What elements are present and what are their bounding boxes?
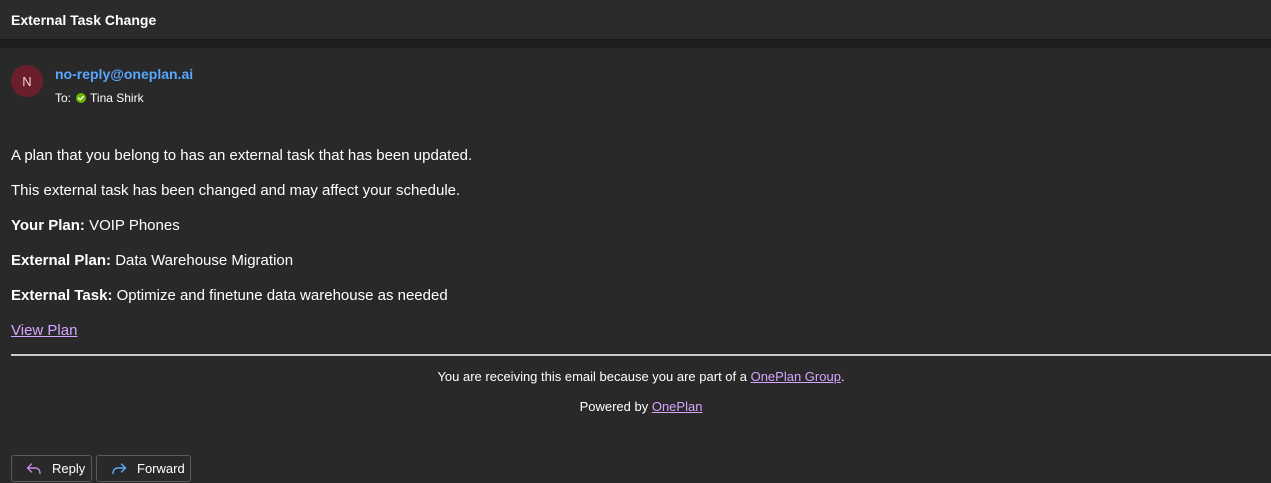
reply-button[interactable]: Reply	[11, 455, 92, 482]
to-label: To:	[55, 91, 72, 105]
external-task-value: Optimize and finetune data warehouse as …	[116, 287, 448, 304]
footer-receiving-text: You are receiving this email because you…	[437, 369, 751, 384]
recipient-name[interactable]: Tina Shirk	[90, 91, 144, 105]
view-plan-row: View Plan	[11, 322, 77, 339]
external-plan-value: Data Warehouse Migration	[115, 252, 294, 269]
sender-address[interactable]: no-reply@oneplan.ai	[55, 66, 193, 82]
powered-by-text: Powered by	[579, 399, 652, 414]
footer-powered: Powered by OnePlan	[11, 399, 1271, 414]
subject-bar: External Task Change	[0, 0, 1271, 40]
forward-button[interactable]: Forward	[96, 455, 191, 482]
oneplan-link[interactable]: OnePlan	[652, 399, 703, 414]
your-plan-label: Your Plan:	[11, 217, 85, 234]
your-plan-value: VOIP Phones	[89, 217, 180, 234]
reply-label: Reply	[52, 461, 86, 476]
recipients-line: To: Tina Shirk	[55, 91, 144, 105]
email-subject: External Task Change	[11, 12, 157, 28]
reply-arrow-icon	[26, 462, 42, 476]
sender-avatar[interactable]: N	[11, 65, 43, 97]
footer-period: .	[840, 369, 845, 384]
view-plan-link[interactable]: View Plan	[11, 322, 77, 339]
footer-receiving: You are receiving this email because you…	[11, 369, 1271, 384]
your-plan-row: Your Plan: VOIP Phones	[11, 217, 180, 234]
oneplan-group-link[interactable]: OnePlan Group	[751, 369, 841, 384]
external-plan-row: External Plan: Data Warehouse Migration	[11, 252, 293, 269]
forward-label: Forward	[137, 461, 185, 476]
external-task-row: External Task: Optimize and finetune dat…	[11, 287, 448, 304]
avatar-initial: N	[22, 73, 32, 89]
forward-arrow-icon	[111, 462, 127, 476]
header-separator	[0, 40, 1271, 48]
available-check-icon	[76, 93, 87, 103]
body-notice: This external task has been changed and …	[11, 182, 461, 199]
body-intro: A plan that you belong to has an externa…	[11, 147, 473, 164]
footer-divider	[11, 354, 1271, 356]
external-task-label: External Task:	[11, 287, 113, 304]
external-plan-label: External Plan:	[11, 252, 112, 269]
